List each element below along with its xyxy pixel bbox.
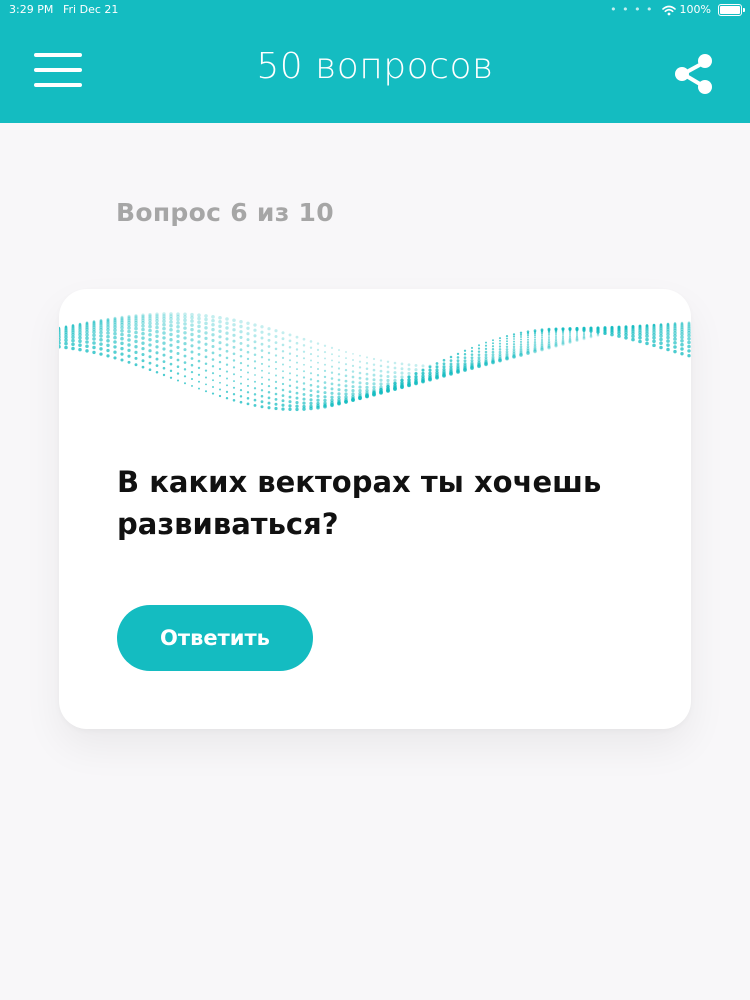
status-time: 3:29 PM [9, 3, 54, 16]
top-bar: 3:29 PM Fri Dec 21 • • • • 100% 50 вопро… [0, 0, 750, 123]
app-title: 50 вопросов [256, 46, 494, 87]
status-indicators: • • • • 100% [610, 0, 745, 20]
status-date: Fri Dec 21 [63, 3, 119, 16]
answer-button[interactable]: Ответить [117, 605, 313, 671]
status-bar: 3:29 PM Fri Dec 21 • • • • 100% [0, 0, 750, 20]
question-text: В каких векторах ты хочешь развиваться? [117, 465, 602, 541]
battery-icon [718, 4, 745, 16]
wave-decoration [59, 312, 691, 412]
question-card: В каких векторах ты хочешь развиваться? … [59, 289, 691, 729]
share-icon[interactable] [672, 52, 716, 96]
signal-dots-icon: • • • • [610, 3, 654, 16]
wifi-icon [661, 5, 676, 15]
question-counter: Вопрос 6 из 10 [116, 198, 334, 227]
battery-percent: 100% [679, 3, 711, 16]
